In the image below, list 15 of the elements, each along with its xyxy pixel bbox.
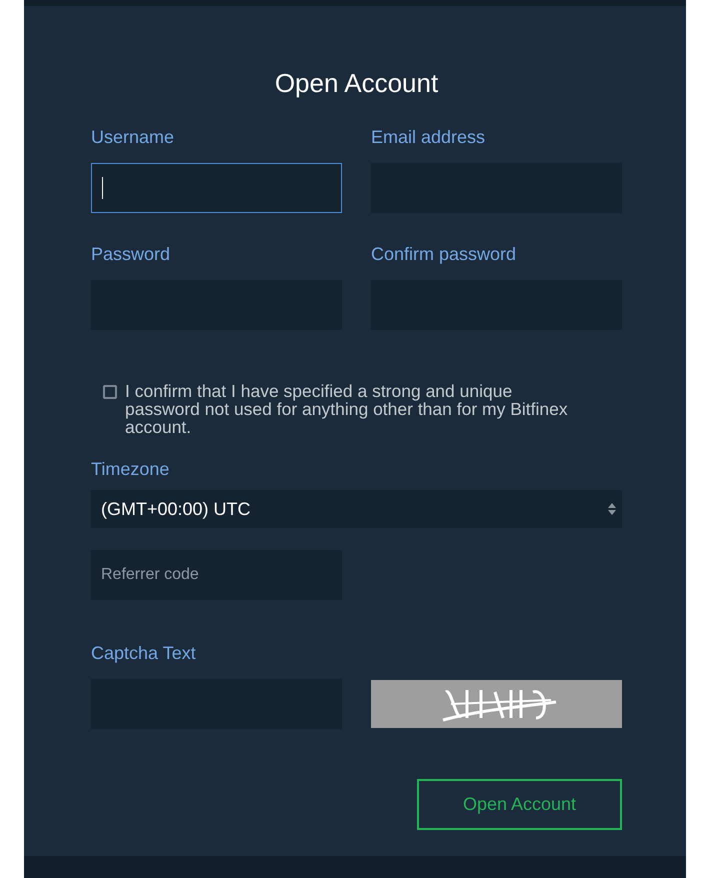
text-cursor <box>102 177 103 199</box>
open-account-button[interactable]: Open Account <box>417 779 622 830</box>
field-label: Username <box>91 126 176 148</box>
field-label: Password <box>91 243 172 265</box>
checkbox[interactable] <box>103 385 117 399</box>
field-label: Email address <box>371 126 486 148</box>
sort-icon <box>608 503 616 515</box>
timezone-select[interactable]: (GMT+00:00) UTC <box>91 490 622 528</box>
field-label: Confirm password <box>371 243 518 265</box>
confirm-text: I confirm that I have specified a strong and unique password not used for anything other than for my Bitfinex account. <box>125 382 569 436</box>
input-field[interactable]: Referrer code <box>91 550 342 600</box>
input-field[interactable] <box>91 163 342 213</box>
field-label: Timezone <box>91 458 170 480</box>
form-title: Open Account <box>274 67 438 100</box>
field-label: Captcha Text <box>91 642 197 664</box>
